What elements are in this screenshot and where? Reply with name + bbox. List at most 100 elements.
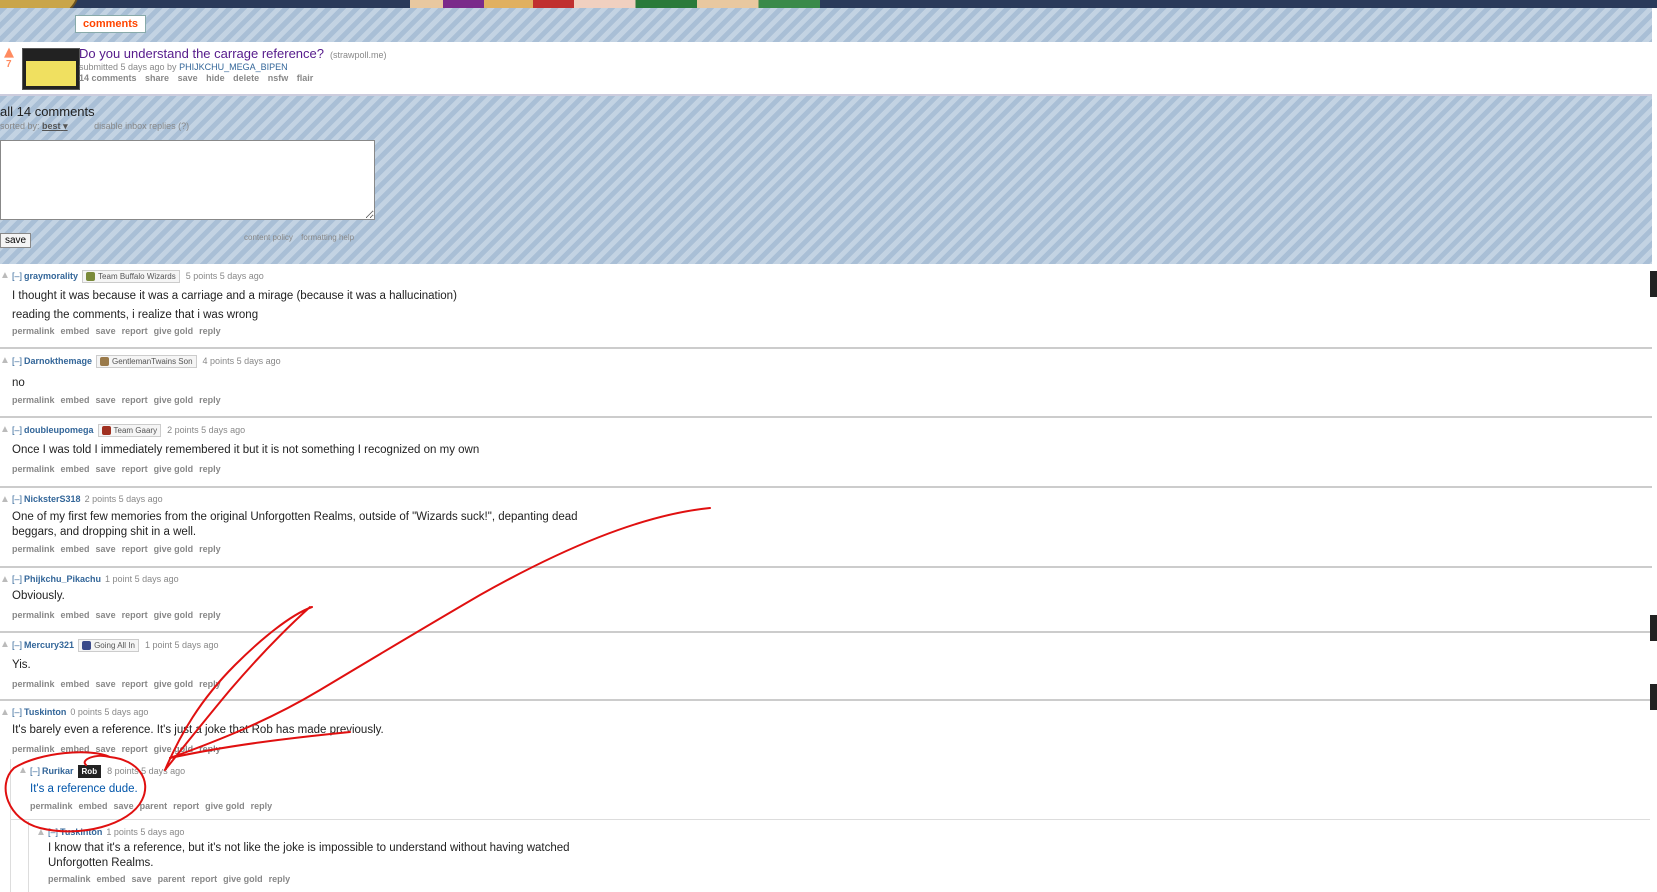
- save-link[interactable]: save: [96, 395, 116, 405]
- post-domain[interactable]: (strawpoll.me): [330, 50, 387, 60]
- give-gold-link[interactable]: give gold: [154, 744, 194, 754]
- give-gold-link[interactable]: give gold: [223, 874, 263, 884]
- comment-textarea[interactable]: [0, 140, 375, 220]
- give-gold-link[interactable]: give gold: [154, 464, 194, 474]
- comment-author[interactable]: Tuskinton: [24, 707, 66, 717]
- embed-link[interactable]: embed: [79, 801, 108, 811]
- comment-author[interactable]: Darnokthemage: [24, 356, 92, 366]
- report-link[interactable]: report: [122, 610, 148, 620]
- report-link[interactable]: report: [173, 801, 199, 811]
- upvote-arrow-icon[interactable]: ▲: [36, 827, 46, 838]
- upvote-arrow-icon[interactable]: ▲: [0, 639, 10, 650]
- give-gold-link[interactable]: give gold: [205, 801, 245, 811]
- tab-comments[interactable]: comments: [75, 15, 147, 33]
- upvote-arrow-icon[interactable]: ▲: [4, 45, 14, 60]
- embed-link[interactable]: embed: [61, 326, 90, 336]
- collapse-toggle[interactable]: [–]: [12, 494, 22, 504]
- save-link[interactable]: save: [96, 744, 116, 754]
- post-delete-link[interactable]: delete: [233, 73, 259, 83]
- permalink-link[interactable]: permalink: [12, 326, 55, 336]
- save-link[interactable]: save: [96, 679, 116, 689]
- embed-link[interactable]: embed: [61, 544, 90, 554]
- save-link[interactable]: save: [96, 464, 116, 474]
- formatting-help-link[interactable]: formatting help: [301, 233, 354, 242]
- embed-link[interactable]: embed: [61, 679, 90, 689]
- save-link[interactable]: save: [114, 801, 134, 811]
- reply-link[interactable]: reply: [199, 544, 221, 554]
- post-hide-link[interactable]: hide: [206, 73, 225, 83]
- upvote-arrow-icon[interactable]: ▲: [0, 574, 10, 585]
- upvote-arrow-icon[interactable]: ▲: [0, 424, 10, 435]
- embed-link[interactable]: embed: [61, 395, 90, 405]
- parent-link[interactable]: parent: [140, 801, 168, 811]
- report-link[interactable]: report: [122, 679, 148, 689]
- permalink-link[interactable]: permalink: [12, 464, 55, 474]
- report-link[interactable]: report: [191, 874, 217, 884]
- comment-author[interactable]: Tuskinton: [60, 827, 102, 837]
- report-link[interactable]: report: [122, 326, 148, 336]
- post-thumbnail[interactable]: [22, 48, 80, 90]
- permalink-link[interactable]: permalink: [12, 544, 55, 554]
- reply-link[interactable]: reply: [199, 679, 221, 689]
- reply-link[interactable]: reply: [269, 874, 291, 884]
- collapse-toggle[interactable]: [–]: [12, 707, 22, 717]
- report-link[interactable]: report: [122, 464, 148, 474]
- collapse-toggle[interactable]: [–]: [30, 766, 40, 776]
- give-gold-link[interactable]: give gold: [154, 610, 194, 620]
- embed-link[interactable]: embed: [61, 744, 90, 754]
- post-title-link[interactable]: Do you understand the carrage reference?: [79, 46, 324, 61]
- collapse-toggle[interactable]: [–]: [12, 425, 22, 435]
- collapse-toggle[interactable]: [–]: [12, 356, 22, 366]
- post-share-link[interactable]: share: [145, 73, 169, 83]
- report-link[interactable]: report: [122, 544, 148, 554]
- save-link[interactable]: save: [132, 874, 152, 884]
- parent-link[interactable]: parent: [158, 874, 186, 884]
- save-comment-button[interactable]: save: [0, 233, 32, 248]
- embed-link[interactable]: embed: [97, 874, 126, 884]
- comment-author[interactable]: Phijkchu_Pikachu: [24, 574, 101, 584]
- upvote-arrow-icon[interactable]: ▲: [0, 270, 10, 281]
- upvote-arrow-icon[interactable]: ▲: [18, 765, 28, 776]
- post-flair-link[interactable]: flair: [297, 73, 314, 83]
- post-comments-link[interactable]: 14 comments: [79, 73, 137, 83]
- collapse-toggle[interactable]: [–]: [12, 574, 22, 584]
- post-save-link[interactable]: save: [178, 73, 198, 83]
- report-link[interactable]: report: [122, 744, 148, 754]
- comment-author[interactable]: Mercury321: [24, 640, 74, 650]
- upvote-arrow-icon[interactable]: ▲: [0, 707, 10, 718]
- upvote-arrow-icon[interactable]: ▲: [0, 355, 10, 366]
- permalink-link[interactable]: permalink: [12, 679, 55, 689]
- reply-link[interactable]: reply: [199, 744, 221, 754]
- embed-link[interactable]: embed: [61, 464, 90, 474]
- reply-link[interactable]: reply: [199, 326, 221, 336]
- give-gold-link[interactable]: give gold: [154, 544, 194, 554]
- permalink-link[interactable]: permalink: [12, 395, 55, 405]
- permalink-link[interactable]: permalink: [12, 610, 55, 620]
- comment-author[interactable]: graymorality: [24, 271, 78, 281]
- permalink-link[interactable]: permalink: [30, 801, 73, 811]
- content-policy-link[interactable]: content policy: [244, 233, 293, 242]
- post-author-link[interactable]: PHIJKCHU_MEGA_BIPEN: [179, 62, 288, 72]
- reply-link[interactable]: reply: [199, 610, 221, 620]
- disable-inbox-replies[interactable]: disable inbox replies (?): [94, 121, 189, 131]
- upvote-arrow-icon[interactable]: ▲: [0, 494, 10, 505]
- comment-author[interactable]: doubleupomega: [24, 425, 94, 435]
- post-nsfw-link[interactable]: nsfw: [268, 73, 289, 83]
- permalink-link[interactable]: permalink: [12, 744, 55, 754]
- comment-author[interactable]: NicksterS318: [24, 494, 81, 504]
- permalink-link[interactable]: permalink: [48, 874, 91, 884]
- save-link[interactable]: save: [96, 610, 116, 620]
- save-link[interactable]: save: [96, 544, 116, 554]
- give-gold-link[interactable]: give gold: [154, 395, 194, 405]
- collapse-toggle[interactable]: [–]: [48, 827, 58, 837]
- reply-link[interactable]: reply: [199, 395, 221, 405]
- give-gold-link[interactable]: give gold: [154, 679, 194, 689]
- collapse-toggle[interactable]: [–]: [12, 640, 22, 650]
- embed-link[interactable]: embed: [61, 610, 90, 620]
- reply-link[interactable]: reply: [251, 801, 273, 811]
- comment-author[interactable]: Rurikar: [42, 766, 74, 776]
- sort-dropdown[interactable]: best ▾: [42, 121, 68, 131]
- report-link[interactable]: report: [122, 395, 148, 405]
- save-link[interactable]: save: [96, 326, 116, 336]
- collapse-toggle[interactable]: [–]: [12, 271, 22, 281]
